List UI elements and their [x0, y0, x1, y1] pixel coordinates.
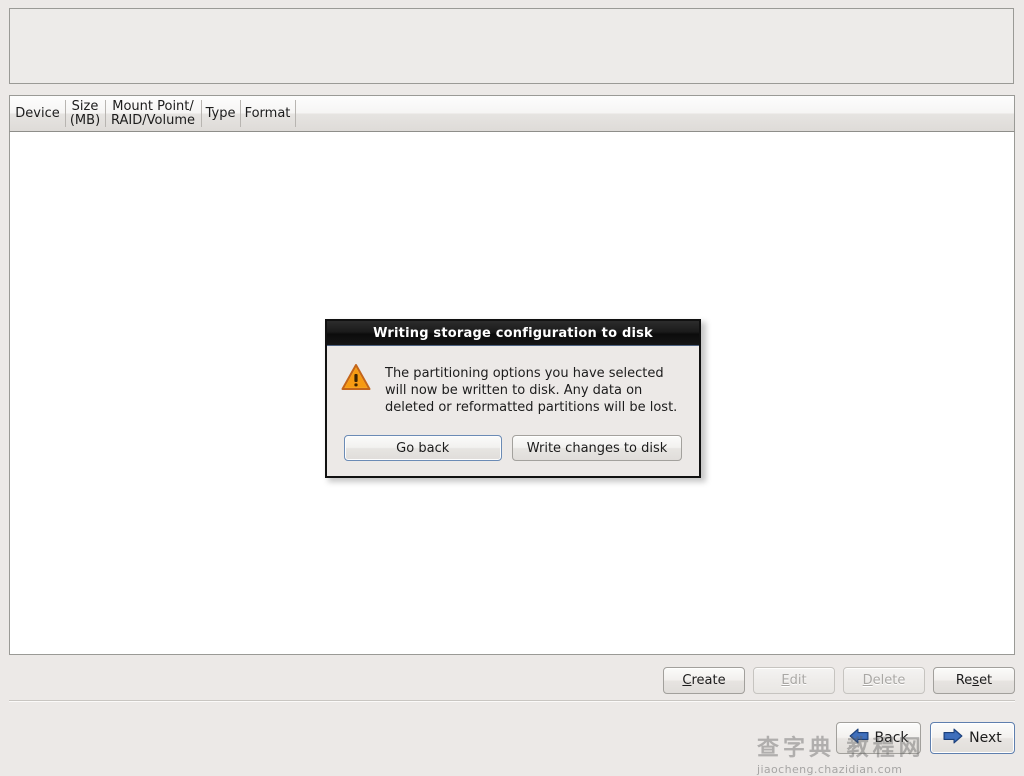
create-button[interactable]: Create — [663, 667, 745, 694]
column-header-size[interactable]: Size (MB) — [65, 96, 105, 131]
dialog-titlebar: Writing storage configuration to disk — [327, 321, 699, 346]
dialog-message: The partitioning options you have select… — [385, 366, 678, 415]
partition-action-buttons: Create Edit Delete Reset — [663, 667, 1015, 694]
partition-table-header: Device Size (MB) Mount Point/ RAID/Volum… — [9, 95, 1015, 132]
write-changes-button-label: Write changes to disk — [526, 440, 668, 456]
dialog-content: The partitioning options you have select… — [327, 346, 699, 416]
nav-separator — [9, 700, 1015, 702]
back-button-label: Back — [874, 730, 909, 746]
next-button[interactable]: Next — [930, 722, 1015, 754]
warning-triangle-icon — [341, 363, 371, 416]
column-header-filler — [295, 96, 1014, 131]
go-back-button-label: Go back — [396, 440, 450, 456]
reset-button-label: Reset — [955, 673, 993, 688]
column-header-device[interactable]: Device — [10, 96, 65, 131]
column-header-mount-point[interactable]: Mount Point/ RAID/Volume — [105, 96, 201, 131]
go-back-button[interactable]: Go back — [343, 435, 502, 461]
column-header-type[interactable]: Type — [201, 96, 240, 131]
wizard-navigation: Back Next — [836, 722, 1015, 754]
column-header-format[interactable]: Format — [240, 96, 295, 131]
write-changes-dialog: Writing storage configuration to disk Th… — [325, 319, 701, 478]
arrow-right-icon — [943, 728, 963, 748]
arrow-left-icon — [849, 728, 869, 748]
watermark-url: jiaocheng.chazidian.com — [757, 763, 903, 776]
delete-button-label: Delete — [862, 673, 906, 688]
drive-selection-panel[interactable] — [9, 8, 1014, 84]
dialog-buttons: Go back Write changes to disk — [327, 435, 699, 461]
delete-button[interactable]: Delete — [843, 667, 925, 694]
edit-button-label: Edit — [781, 673, 807, 688]
edit-button[interactable]: Edit — [753, 667, 835, 694]
next-button-label: Next — [969, 730, 1002, 746]
dialog-title: Writing storage configuration to disk — [373, 325, 653, 341]
write-changes-to-disk-button[interactable]: Write changes to disk — [511, 435, 683, 461]
create-button-label: Create — [682, 673, 726, 688]
back-button[interactable]: Back — [836, 722, 921, 754]
reset-button[interactable]: Reset — [933, 667, 1015, 694]
